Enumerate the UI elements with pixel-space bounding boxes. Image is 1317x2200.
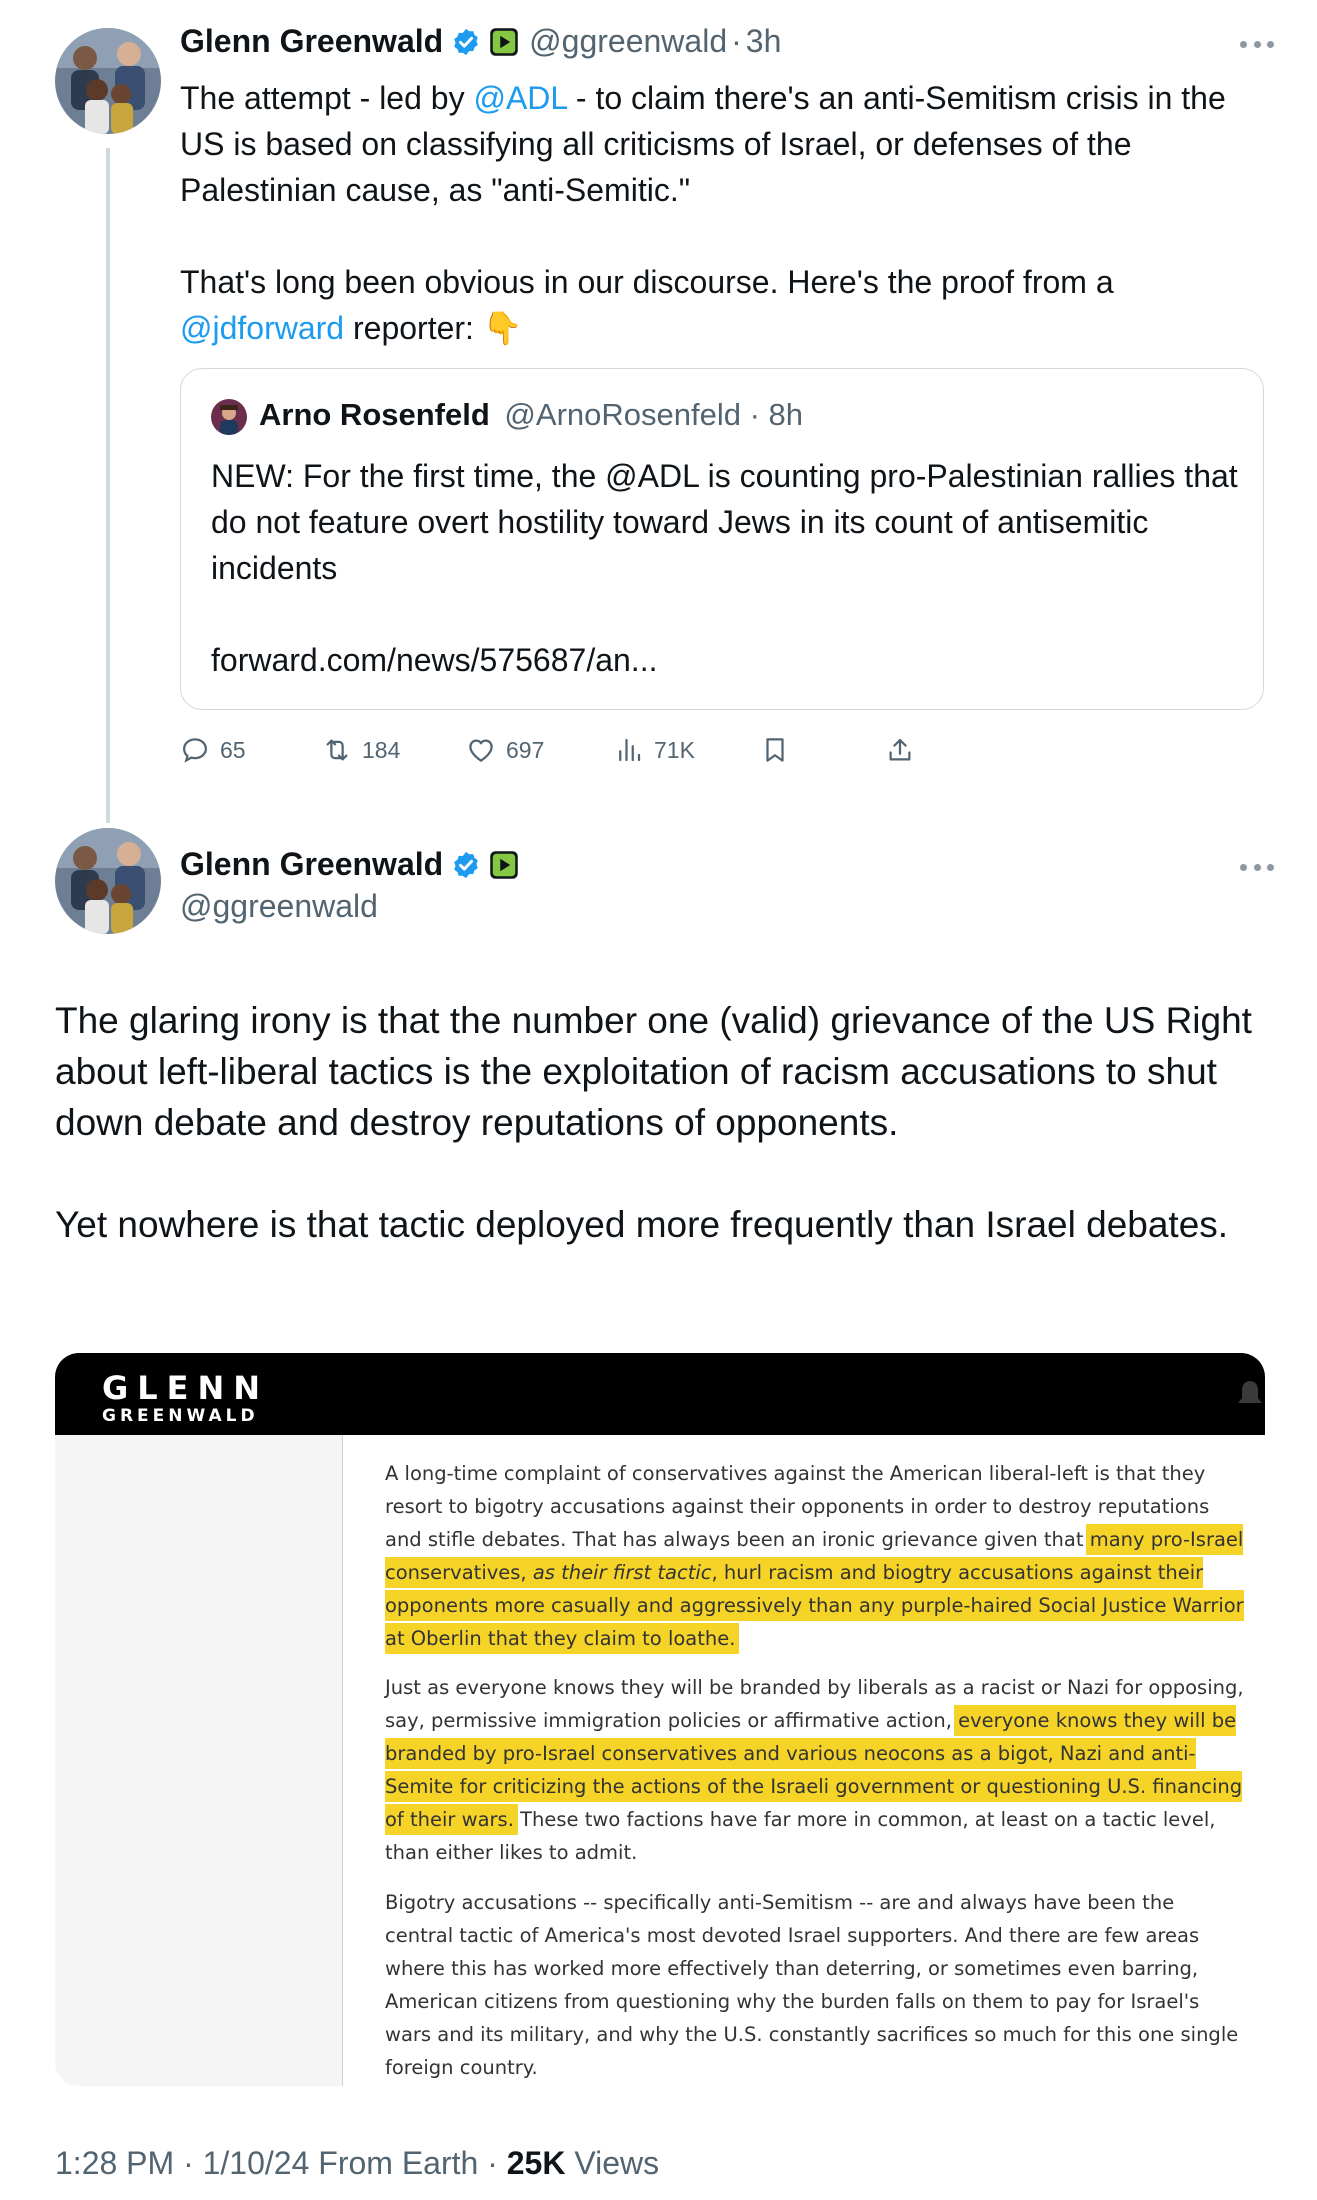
tweet2-text: The glaring irony is that the number one…: [55, 1000, 1252, 1245]
more-icon[interactable]: [1240, 861, 1274, 873]
thread-connector-line: [106, 148, 110, 823]
display-name[interactable]: Glenn Greenwald: [180, 23, 443, 60]
verified-badge-icon: [451, 850, 481, 880]
tweet1-text-para2: That's long been obvious in our discours…: [180, 264, 1114, 346]
quote-timestamp[interactable]: 8h: [769, 397, 803, 432]
tweet1-text: The attempt - led by @ADL - to claim the…: [180, 80, 1226, 208]
logo-bottom: GREENWALD: [102, 1406, 259, 1426]
mention-adl[interactable]: @ADL: [473, 80, 567, 116]
like-icon: [469, 739, 493, 762]
share-button[interactable]: [885, 730, 925, 770]
mention-jdforward[interactable]: @jdforward: [180, 310, 344, 346]
tweet1-header: Glenn Greenwald @ggreenwald · 3h: [180, 23, 781, 60]
share-icon: [889, 738, 911, 761]
post-source: From Earth: [318, 2145, 479, 2181]
views-count: 25K: [506, 2145, 566, 2181]
separator-dot: ·: [731, 23, 742, 59]
views-button[interactable]: 71K: [614, 730, 695, 770]
quoted-tweet[interactable]: Arno Rosenfeld @ArnoRosenfeld · 8h NEW: …: [180, 368, 1264, 710]
quote-avatar[interactable]: [211, 399, 247, 435]
quote-text: NEW: For the first time, the @ADL is cou…: [211, 453, 1241, 683]
avatar[interactable]: [55, 28, 161, 134]
article-paragraph-1: A long-time complaint of conservatives a…: [385, 1462, 1244, 1650]
repost-button[interactable]: 184: [322, 730, 400, 770]
tweet2-handle[interactable]: @ggreenwald: [180, 888, 378, 925]
rumble-badge-icon: [489, 27, 519, 57]
quote-handle[interactable]: @ArnoRosenfeld: [504, 397, 741, 432]
bell-icon: [1238, 1381, 1262, 1403]
quote-header: Arno Rosenfeld @ArnoRosenfeld · 8h: [259, 397, 804, 432]
rumble-badge-icon: [489, 850, 519, 880]
bookmark-icon: [766, 738, 784, 762]
avatar[interactable]: [55, 828, 161, 934]
views-label: Views: [574, 2145, 660, 2181]
reply-button[interactable]: 65: [180, 730, 246, 770]
article-paragraph-2: Just as everyone knows they will be bran…: [385, 1676, 1244, 1864]
verified-badge-icon: [451, 27, 481, 57]
bookmark-button[interactable]: [760, 730, 800, 770]
logo-top: GLENN: [102, 1369, 270, 1407]
post-date[interactable]: 1/10/24: [203, 2145, 310, 2181]
more-icon[interactable]: [1240, 38, 1274, 50]
like-button[interactable]: 697: [466, 730, 544, 770]
pointing-down-emoji: 👇: [482, 310, 523, 346]
handle[interactable]: @ggreenwald: [529, 23, 727, 60]
display-name[interactable]: Glenn Greenwald: [180, 846, 443, 883]
reply-icon: [182, 738, 208, 763]
image-header-bar: GLENN GREENWALD: [55, 1353, 1265, 1435]
image-sidebar: [55, 1435, 343, 2086]
attached-image[interactable]: GLENN GREENWALD A long-time complaint of…: [55, 1353, 1265, 2086]
views-icon: [619, 738, 641, 762]
timestamp[interactable]: 3h: [746, 23, 782, 60]
tweet1-action-bar: 65 184 697 71K: [180, 730, 1180, 770]
quote-link[interactable]: forward.com/news/575687/an...: [211, 637, 1241, 683]
quote-display-name[interactable]: Arno Rosenfeld: [259, 397, 490, 432]
repost-icon: [326, 739, 348, 761]
article-paragraph-3: Bigotry accusations -- specifically anti…: [385, 1891, 1239, 2079]
post-time[interactable]: 1:28 PM: [55, 2145, 174, 2181]
tweet2-meta: 1:28 PM · 1/10/24 From Earth · 25K Views: [55, 2145, 660, 2181]
tweet2-header: Glenn Greenwald: [180, 846, 519, 883]
